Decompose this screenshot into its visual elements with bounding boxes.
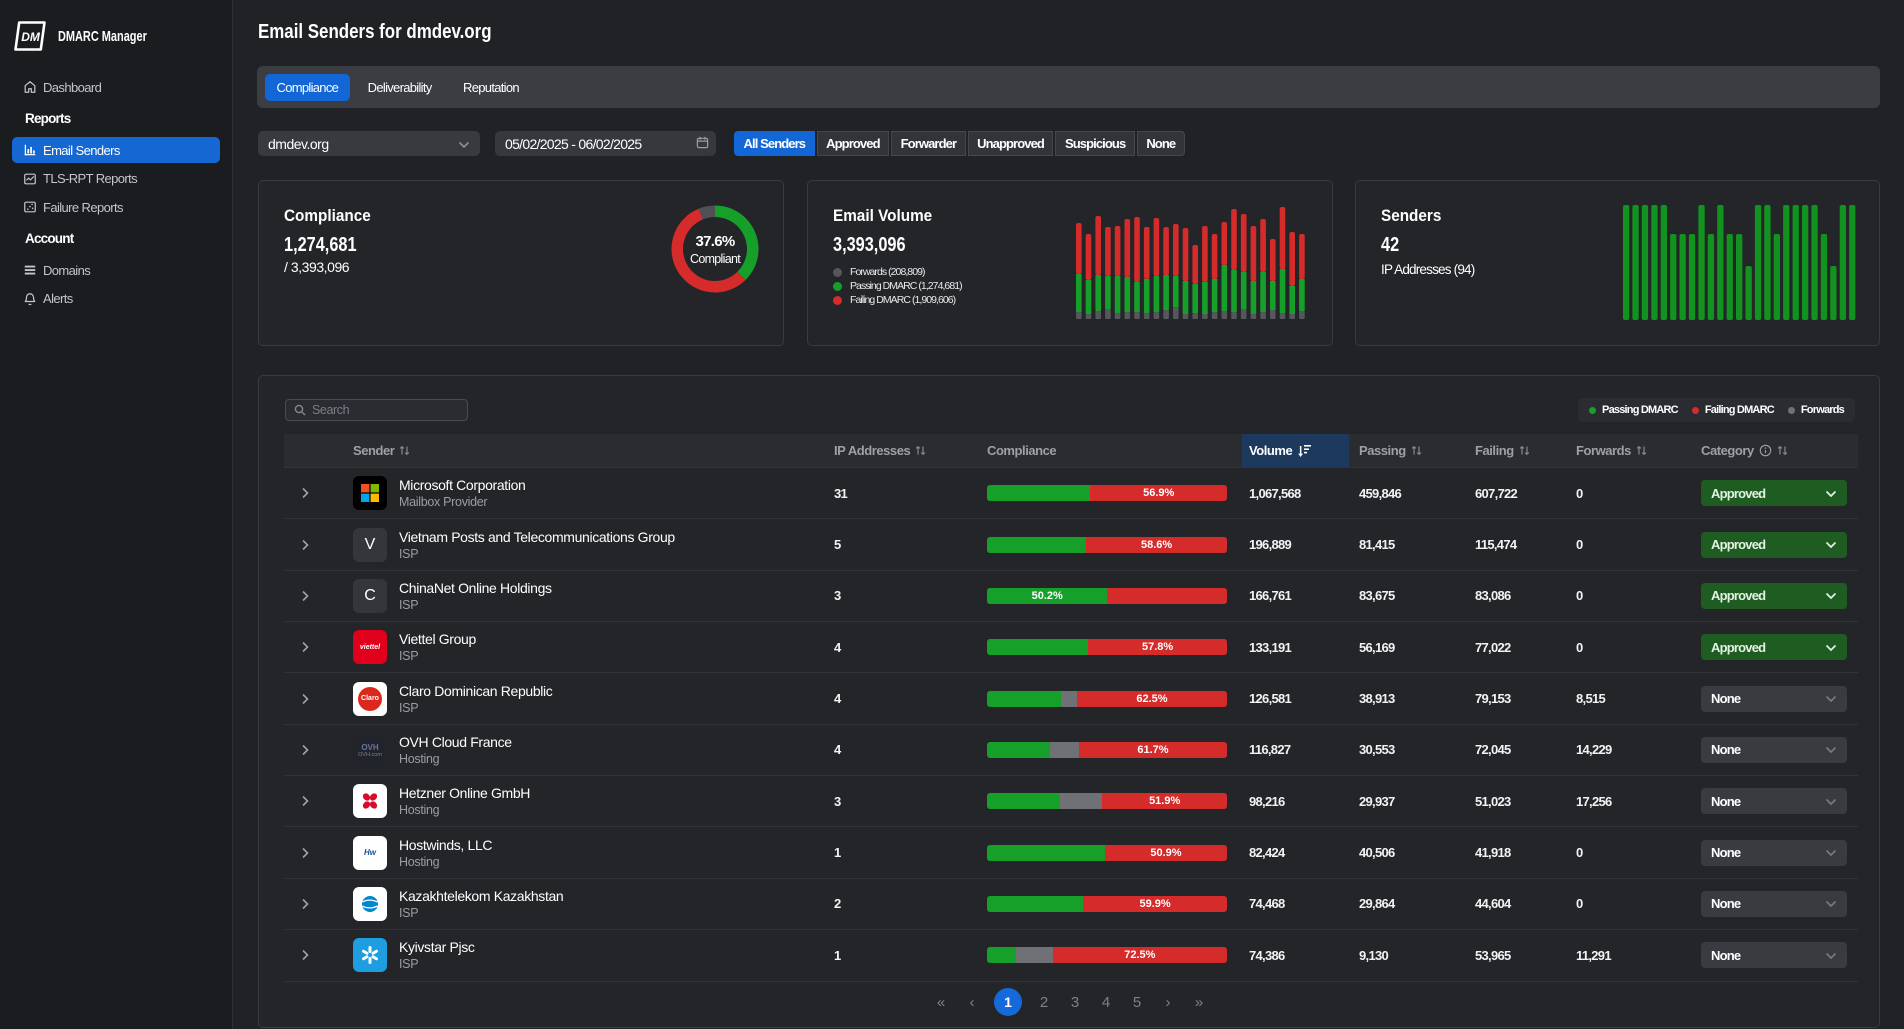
svg-text:DM: DM	[21, 30, 41, 44]
svg-text:OVH: OVH	[361, 743, 379, 752]
